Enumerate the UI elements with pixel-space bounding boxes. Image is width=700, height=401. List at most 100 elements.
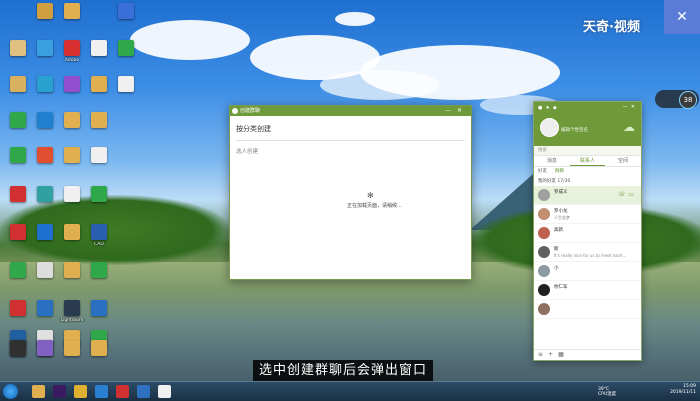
desktop-icon[interactable] bbox=[59, 147, 85, 165]
desktop-icon[interactable] bbox=[5, 224, 31, 242]
desktop-icon[interactable] bbox=[86, 112, 112, 130]
desktop-icon[interactable] bbox=[59, 340, 85, 358]
minimize-icon[interactable]: — bbox=[445, 107, 457, 114]
wps-app-icon[interactable] bbox=[116, 385, 129, 398]
app-icon bbox=[91, 186, 107, 202]
desktop-icon[interactable] bbox=[59, 262, 85, 280]
chrome-app-icon[interactable] bbox=[74, 385, 87, 398]
app-icon bbox=[91, 300, 107, 316]
desktop-icon[interactable] bbox=[59, 186, 85, 204]
tab-联系人[interactable]: 联系人 bbox=[569, 156, 606, 166]
close-icon[interactable]: ✕ bbox=[457, 107, 468, 114]
desktop-icon[interactable] bbox=[59, 3, 85, 21]
dialog-titlebar[interactable]: 创建群聊 —✕ bbox=[230, 106, 471, 116]
desktop-icon[interactable] bbox=[113, 3, 139, 21]
list-item[interactable]: 罗小龙 人生若梦 bbox=[534, 205, 641, 224]
clock[interactable]: 15:09 2019/11/11 bbox=[670, 384, 696, 396]
list-item[interactable]: 小 bbox=[534, 262, 641, 281]
app-icon bbox=[64, 186, 80, 202]
qq-logo-icon bbox=[232, 108, 238, 114]
close-icon[interactable]: ✕ bbox=[631, 104, 638, 110]
desktop-icon[interactable] bbox=[32, 112, 58, 130]
menu-icon[interactable]: ≡ bbox=[538, 351, 548, 358]
contact-name: 你仁军 bbox=[554, 285, 568, 290]
subtab-群聊[interactable]: 群聊 bbox=[551, 167, 568, 176]
add-icon[interactable]: + bbox=[548, 351, 558, 358]
desktop-icon[interactable] bbox=[5, 262, 31, 280]
desktop-icon[interactable]: CAD bbox=[86, 224, 112, 247]
tab-消息[interactable]: 消息 bbox=[534, 156, 570, 166]
tab-空间[interactable]: 空间 bbox=[605, 156, 641, 166]
contact-name: 斯 bbox=[554, 247, 559, 252]
app-icon bbox=[91, 76, 107, 92]
desktop-icon[interactable] bbox=[86, 300, 112, 318]
desktop-icon[interactable] bbox=[5, 40, 31, 58]
desktop-icon[interactable] bbox=[32, 76, 58, 94]
list-item[interactable]: 高新 bbox=[534, 224, 641, 243]
desktop-icon[interactable] bbox=[32, 262, 58, 280]
app-icon bbox=[91, 340, 107, 356]
desktop-icon[interactable] bbox=[86, 186, 112, 204]
tool-app-icon[interactable] bbox=[137, 385, 150, 398]
desktop-icon[interactable] bbox=[32, 340, 58, 358]
list-item[interactable] bbox=[534, 300, 641, 319]
system-monitor-widget[interactable]: 38 bbox=[655, 90, 699, 109]
app-icon bbox=[118, 40, 134, 56]
desktop-icon[interactable] bbox=[5, 147, 31, 165]
contact-action-icons[interactable]: ☏▭ bbox=[618, 191, 637, 198]
desktop-icon[interactable] bbox=[86, 340, 112, 358]
desktop-icon[interactable] bbox=[59, 76, 85, 94]
desktop-icon[interactable] bbox=[32, 224, 58, 242]
subtab-好友[interactable]: 好友 bbox=[534, 167, 551, 176]
desktop-icon[interactable] bbox=[86, 40, 112, 58]
desktop-icon[interactable] bbox=[59, 224, 85, 242]
desktop-icon[interactable] bbox=[5, 112, 31, 130]
desktop-icon[interactable] bbox=[113, 76, 139, 94]
desktop-icon[interactable] bbox=[5, 340, 31, 358]
skin-icon[interactable]: ◆ bbox=[553, 105, 560, 111]
video-subtitle: 选中创建群聊后会弹出窗口 bbox=[253, 360, 434, 382]
desktop-icon[interactable] bbox=[5, 76, 31, 94]
start-button[interactable] bbox=[3, 384, 18, 399]
desktop-icon[interactable] bbox=[32, 147, 58, 165]
desktop-icon[interactable] bbox=[32, 300, 58, 318]
desktop-icon[interactable] bbox=[86, 76, 112, 94]
avatar bbox=[538, 208, 550, 220]
desktop-icon-label: Lightroom bbox=[60, 318, 84, 323]
desktop-icon[interactable] bbox=[5, 186, 31, 204]
qq-app-icon[interactable] bbox=[158, 385, 171, 398]
loading-text: 正在加载页面，请稍候... bbox=[347, 203, 402, 209]
app-icon bbox=[91, 40, 107, 56]
friend-group-header[interactable]: 我的好友 17/30 bbox=[534, 176, 641, 186]
desktop-icon[interactable] bbox=[32, 3, 58, 21]
list-item[interactable]: 罗成义 ☏▭ bbox=[534, 186, 641, 205]
minimize-icon[interactable]: — bbox=[623, 104, 631, 110]
desktop-icon[interactable] bbox=[113, 40, 139, 58]
folder-app-icon[interactable] bbox=[32, 385, 45, 398]
star-icon[interactable]: ★ bbox=[545, 105, 552, 111]
app-icon bbox=[91, 112, 107, 128]
app-icon bbox=[64, 40, 80, 56]
cloud bbox=[335, 12, 375, 26]
app-icon bbox=[37, 224, 53, 240]
weather-icon[interactable]: ☁ bbox=[623, 120, 635, 134]
desktop-icon[interactable] bbox=[86, 147, 112, 165]
desktop-icon[interactable]: Adobe bbox=[59, 40, 85, 63]
list-item[interactable]: 斯 It's really nice for us to meet each... bbox=[534, 243, 641, 262]
desktop-icon[interactable] bbox=[32, 40, 58, 58]
search-input[interactable]: 搜索 bbox=[534, 146, 641, 156]
app-icon bbox=[37, 186, 53, 202]
premiere-app-icon[interactable] bbox=[53, 385, 66, 398]
app-icon bbox=[64, 300, 80, 316]
desktop-icon[interactable]: Lightroom bbox=[59, 300, 85, 323]
desktop-icon[interactable] bbox=[5, 300, 31, 318]
list-item[interactable]: 你仁军 bbox=[534, 281, 641, 300]
desktop-icon[interactable] bbox=[32, 186, 58, 204]
browser-app-icon[interactable] bbox=[95, 385, 108, 398]
cloud bbox=[130, 20, 250, 60]
desktop-icon[interactable] bbox=[86, 262, 112, 280]
avatar[interactable] bbox=[540, 118, 559, 137]
desktop-icon[interactable] bbox=[59, 112, 85, 130]
apps-icon[interactable]: ▦ bbox=[558, 351, 569, 358]
signature-text[interactable]: 编辑个性签名 bbox=[561, 127, 588, 133]
